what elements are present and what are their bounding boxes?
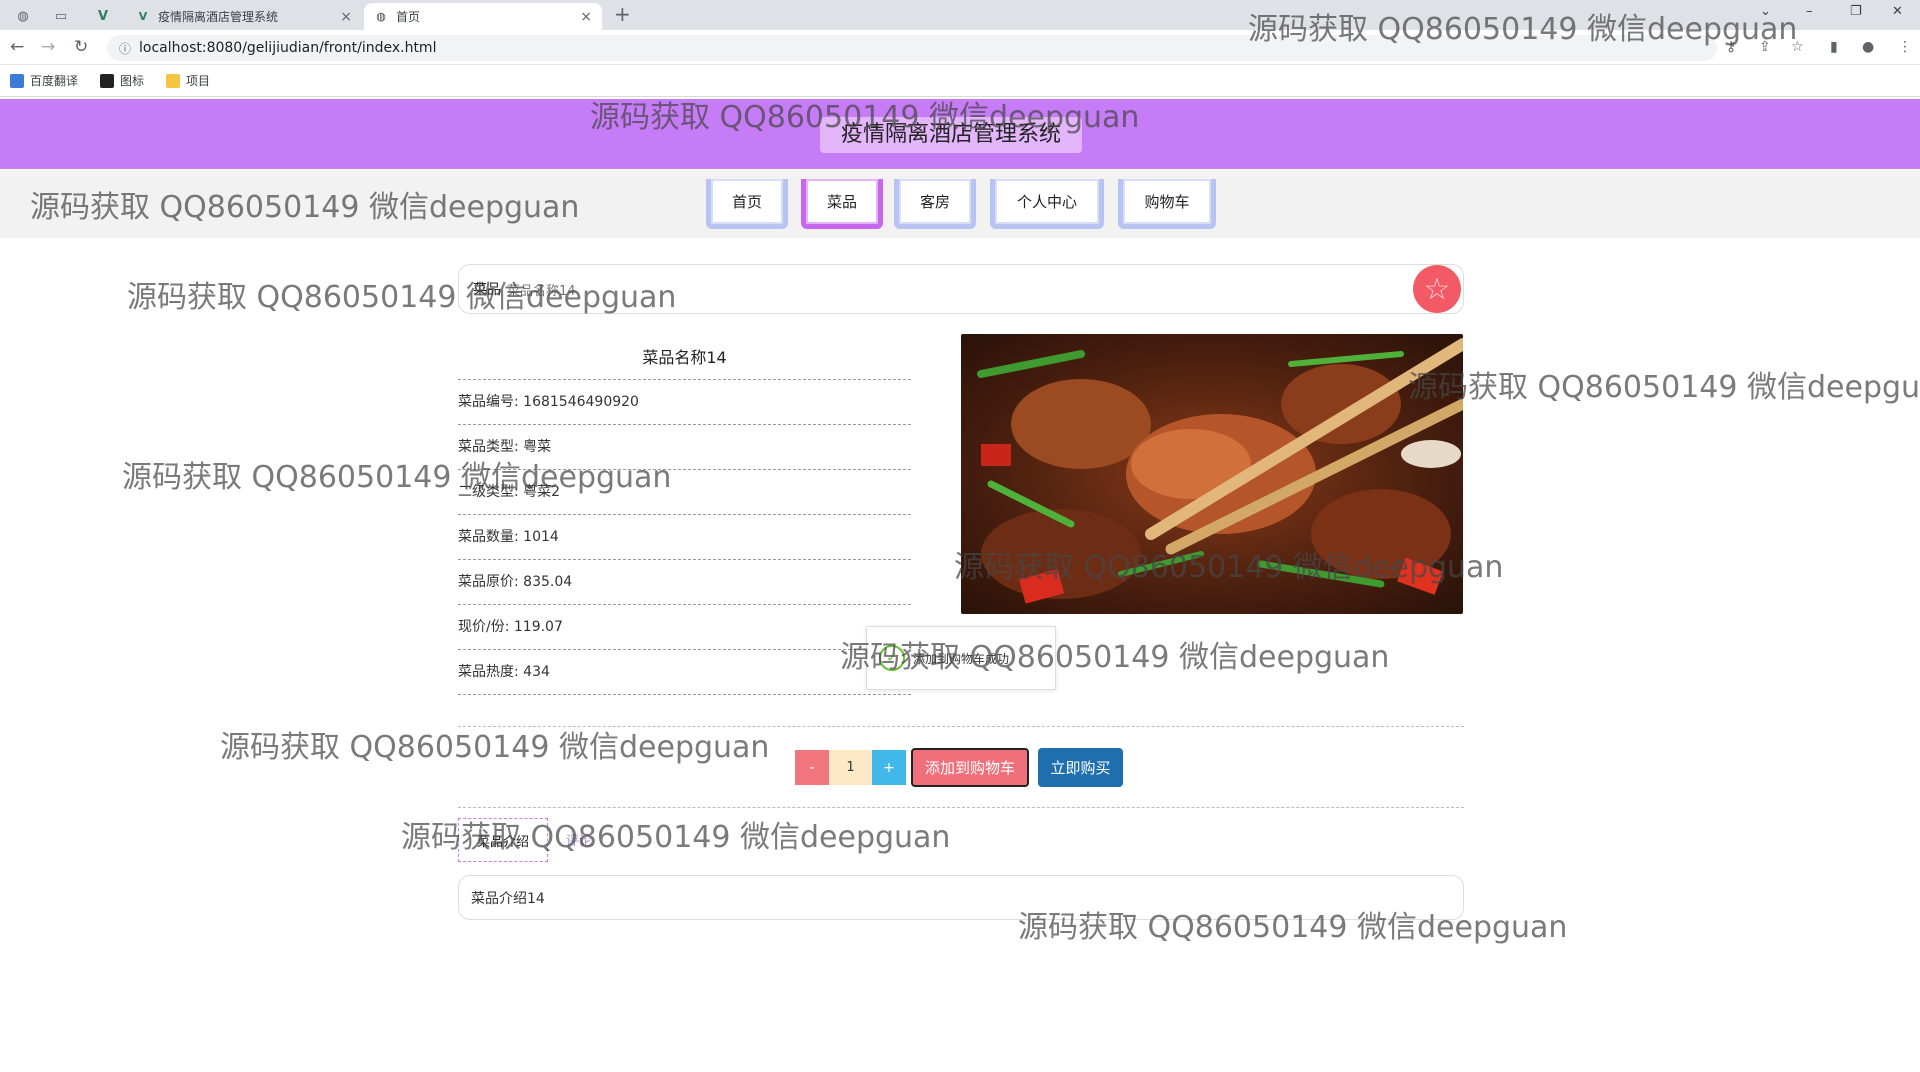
chevron-down-icon[interactable]: ⌄ — [1760, 4, 1771, 19]
window-close-button[interactable]: ✕ — [1892, 4, 1903, 19]
url-text: localhost:8080/gelijiudian/front/index.h… — [139, 40, 437, 56]
quantity-increment-button[interactable]: + — [872, 750, 906, 785]
new-tab-button[interactable]: + — [614, 2, 631, 26]
category-label: 菜品 — [473, 282, 501, 298]
main-nav: 首页 菜品 客房 个人中心 购物车 — [0, 170, 1920, 238]
dish-field-popularity: 菜品热度: 434 — [458, 650, 911, 695]
dish-intro-content: 菜品介绍14 — [458, 875, 1464, 920]
quantity-input[interactable]: 1 — [829, 750, 872, 785]
image-icon — [100, 73, 115, 88]
tab-reviews[interactable]: 评论 — [566, 830, 592, 849]
dish-field-subtype: 二级类型: 粤菜2 — [458, 470, 911, 515]
dish-name-breadcrumb: 菜品名称14 — [507, 283, 576, 299]
forward-icon[interactable]: → — [41, 37, 55, 57]
globe-icon[interactable]: ◍ — [8, 4, 38, 28]
minimize-button[interactable]: – — [1806, 4, 1813, 19]
nav-cart[interactable]: 购物车 — [1118, 179, 1216, 229]
watermark-text: 源码获取 QQ86050149 微信deepguan — [1408, 370, 1920, 405]
globe-icon: ◍ — [376, 10, 386, 23]
divider — [458, 726, 1464, 727]
vue-tab-icon[interactable]: V — [88, 4, 118, 28]
dish-photo — [961, 334, 1463, 614]
bookmark-item[interactable]: 百度翻译 — [10, 72, 78, 89]
bookmark-label: 项目 — [186, 74, 211, 88]
dish-field-code: 菜品编号: 1681546490920 — [458, 380, 911, 425]
vue-icon: V — [138, 10, 148, 23]
close-icon[interactable]: × — [340, 9, 352, 25]
nav-profile[interactable]: 个人中心 — [990, 179, 1104, 229]
add-to-cart-button[interactable]: 添加到购物车 — [911, 748, 1029, 787]
key-icon[interactable]: ⚷ — [1726, 39, 1736, 55]
site-header: 疫情隔离酒店管理系统 — [0, 99, 1920, 169]
check-circle-icon: ✓ — [879, 645, 905, 671]
dish-detail-list: 菜品名称14 菜品编号: 1681546490920 菜品类型: 粤菜 二级类型… — [458, 336, 911, 695]
favorite-button[interactable]: ☆ — [1413, 265, 1461, 313]
share-icon[interactable]: ⇪ — [1759, 39, 1771, 55]
browser-tab-title: 首页 — [396, 10, 421, 24]
close-icon[interactable]: × — [580, 9, 592, 25]
blank-tab-icon[interactable]: ▭ — [46, 4, 76, 28]
url-field[interactable]: ⓘ localhost:8080/gelijiudian/front/index… — [107, 35, 1717, 61]
reload-icon[interactable]: ↻ — [74, 37, 88, 57]
restore-button[interactable]: ❐ — [1850, 4, 1862, 19]
translate-icon — [10, 73, 24, 88]
divider — [458, 807, 1464, 808]
bookmark-label: 百度翻译 — [30, 74, 79, 88]
browser-tab-strip: ◍ ▭ V V 疫情隔离酒店管理系统 × ◍ 首页 × + ⌄ – ❐ ✕ — [0, 0, 1920, 30]
dish-field-original-price: 菜品原价: 835.04 — [458, 560, 911, 605]
buy-now-button[interactable]: 立即购买 — [1038, 748, 1123, 787]
star-icon: ☆ — [1423, 271, 1451, 307]
nav-dishes[interactable]: 菜品 — [801, 179, 883, 229]
tab-dish-intro[interactable]: 菜品介绍 — [458, 818, 548, 862]
menu-icon[interactable]: ⋮ — [1898, 39, 1912, 55]
browser-tab-title: 疫情隔离酒店管理系统 — [158, 10, 279, 24]
site-title: 疫情隔离酒店管理系统 — [820, 117, 1082, 153]
bookmark-label: 图标 — [120, 74, 145, 88]
bookmark-item[interactable]: 图标 — [100, 72, 144, 89]
bookmark-item[interactable]: 项目 — [166, 72, 210, 89]
dish-field-type: 菜品类型: 粤菜 — [458, 425, 911, 470]
profile-icon[interactable]: ● — [1862, 39, 1874, 55]
star-icon[interactable]: ☆ — [1791, 39, 1804, 55]
side-panel-icon[interactable]: ▮ — [1830, 39, 1838, 55]
dish-field-quantity: 菜品数量: 1014 — [458, 515, 911, 560]
dish-title-bar: 菜品 菜品名称14 ☆ — [458, 264, 1464, 314]
bookmarks-bar: 百度翻译 图标 项目 — [0, 65, 1920, 97]
watermark-text: 源码获取 QQ86050149 微信deepguan — [220, 730, 770, 765]
nav-rooms[interactable]: 客房 — [894, 179, 976, 229]
browser-tab-home[interactable]: ◍ 首页 × — [364, 3, 602, 30]
address-bar-row: ← → ↻ ⓘ localhost:8080/gelijiudian/front… — [0, 30, 1920, 65]
toast-message: 添加到购物车成功 — [913, 651, 1010, 666]
back-icon[interactable]: ← — [10, 37, 24, 57]
dish-field-current-price: 现价/份: 119.07 — [458, 605, 911, 650]
folder-icon — [166, 73, 181, 88]
nav-home[interactable]: 首页 — [706, 179, 788, 229]
browser-tab-system[interactable]: V 疫情隔离酒店管理系统 × — [126, 3, 362, 30]
success-toast: ✓ 添加到购物车成功 — [866, 626, 1056, 690]
dish-name: 菜品名称14 — [458, 336, 911, 380]
quantity-decrement-button[interactable]: - — [795, 750, 829, 785]
info-icon[interactable]: ⓘ — [119, 40, 131, 57]
